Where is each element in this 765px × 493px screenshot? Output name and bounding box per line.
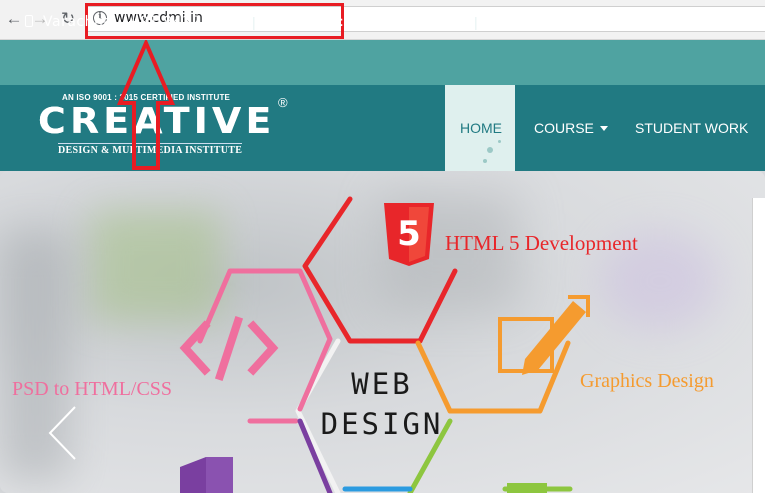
web-design-infographic: 5 bbox=[179, 196, 590, 493]
decorative-bubble bbox=[487, 147, 493, 153]
annotation-arrow-icon bbox=[116, 40, 176, 170]
back-button[interactable]: ← bbox=[3, 8, 25, 30]
contact-separator: | bbox=[474, 14, 478, 30]
main-navigation: AN ISO 9001 : 2015 CERTIFIED INSTITUTE C… bbox=[0, 85, 765, 171]
decorative-bubble bbox=[483, 159, 487, 163]
hero-slider: 5 HTML 5 Development Graphics Design PSD… bbox=[0, 171, 765, 493]
mail-icon bbox=[488, 16, 503, 27]
folder-icon bbox=[507, 483, 547, 493]
contact-bar bbox=[0, 40, 765, 85]
slider-edge-frame bbox=[752, 198, 765, 493]
varachha-phone[interactable]: Varachha : +91 9427280713 bbox=[43, 14, 258, 30]
pen-tool-icon bbox=[498, 295, 590, 375]
registered-mark: ® bbox=[278, 95, 288, 110]
code-icon bbox=[179, 315, 279, 382]
menu-item-student-work[interactable]: STUDENT WORK bbox=[635, 120, 748, 136]
decorative-bubble bbox=[498, 140, 501, 143]
web-design-title: WEB DESIGN bbox=[318, 364, 446, 444]
web-design-line2: DESIGN bbox=[320, 407, 444, 441]
mobile-phone-icon bbox=[265, 15, 273, 27]
menu-course-label: COURSE bbox=[534, 120, 594, 136]
slider-prev-arrow-icon[interactable] bbox=[48, 405, 78, 461]
html5-label: HTML 5 Development bbox=[445, 231, 638, 255]
menu-item-course[interactable]: COURSE bbox=[534, 120, 608, 138]
adajan-phone[interactable]: Adajan : +91 7383834030 bbox=[283, 14, 479, 30]
psd-to-html-label: PSD to HTML/CSS bbox=[12, 378, 173, 400]
email-link[interactable]: info@cdmi.in bbox=[512, 14, 610, 30]
html5-logo-icon: 5 bbox=[384, 203, 434, 266]
book-icon bbox=[180, 457, 233, 493]
chevron-down-icon bbox=[599, 126, 608, 132]
menu-item-home[interactable]: HOME bbox=[460, 120, 502, 136]
mobile-phone-icon bbox=[25, 15, 33, 27]
web-design-line1: WEB bbox=[351, 367, 413, 401]
contact-separator: | bbox=[252, 14, 256, 30]
graphics-design-label: Graphics Design bbox=[580, 370, 714, 392]
svg-text:5: 5 bbox=[397, 214, 421, 254]
